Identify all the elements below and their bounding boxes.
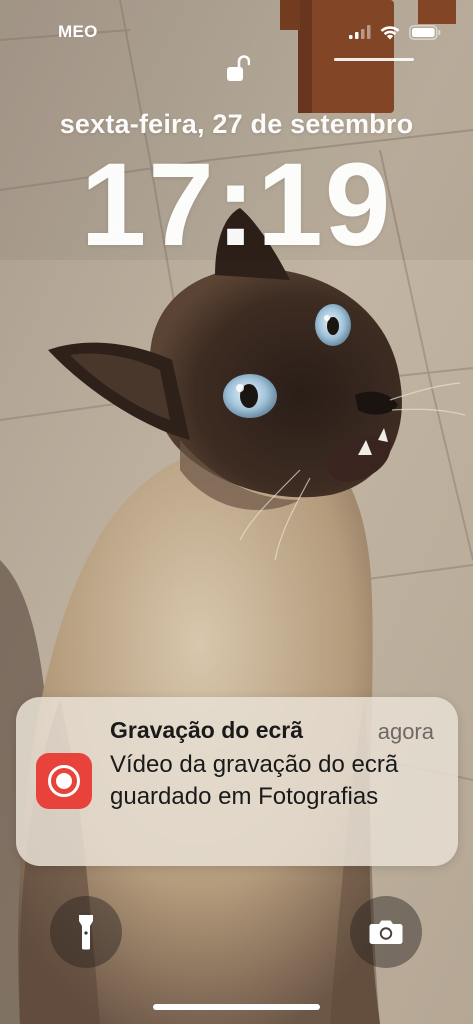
carrier-name: MEO	[58, 22, 98, 41]
status-icons	[349, 22, 441, 42]
flashlight-button[interactable]	[50, 896, 122, 968]
camera-button[interactable]	[350, 896, 422, 968]
wifi-icon	[380, 25, 400, 39]
home-indicator[interactable]	[153, 1004, 320, 1010]
camera-icon	[369, 920, 403, 944]
lock-screen-date: sexta-feira, 27 de setembro	[59, 109, 414, 139]
battery-icon	[409, 24, 441, 40]
notification-body: Vídeo da gravação do ecrã guardado em Fo…	[110, 751, 399, 810]
flashlight-icon	[79, 915, 93, 950]
notification-card[interactable]: Gravação do ecrã agora Vídeo da gravação…	[16, 697, 458, 866]
control-center-grabber[interactable]	[334, 58, 414, 61]
unlocked-padlock-icon	[227, 55, 250, 81]
cellular-signal-icon	[349, 25, 371, 39]
lock-screen-time: 17:19	[80, 139, 393, 271]
notification-timestamp: agora	[377, 719, 434, 744]
notification-title: Gravação do ecrã	[110, 717, 304, 743]
screen-recording-icon	[36, 753, 92, 809]
